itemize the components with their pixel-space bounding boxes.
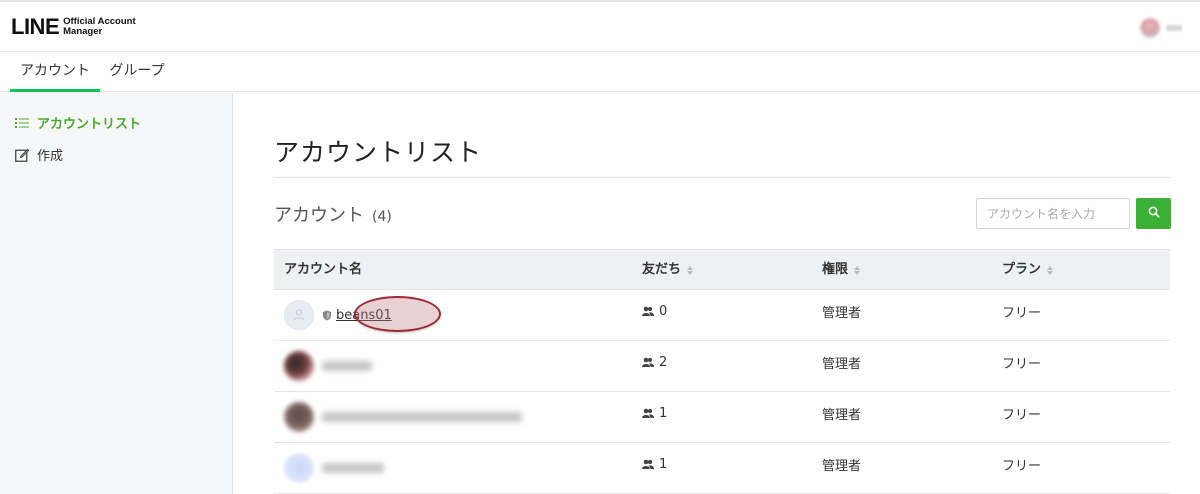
section-title: アカウント [274, 205, 364, 226]
user-menu[interactable] [1140, 18, 1182, 38]
friends-icon [642, 357, 654, 367]
plan-cell: フリー [1002, 305, 1042, 321]
edit-icon [15, 148, 30, 162]
table-row[interactable]: 2 管理者 フリー [274, 341, 1170, 392]
friends-count-cell: 0 [642, 286, 667, 336]
column-label: 権限 [822, 262, 849, 277]
user-avatar[interactable] [1140, 18, 1160, 38]
divider [274, 177, 1170, 178]
friends-count: 0 [659, 303, 668, 319]
friends-icon [642, 306, 654, 316]
friends-count: 1 [659, 456, 668, 472]
sidebar-item-account-list[interactable]: アカウントリスト [15, 113, 141, 132]
search-icon [1148, 206, 1160, 221]
list-icon [15, 116, 29, 130]
sidebar-item-label: アカウントリスト [37, 117, 142, 132]
column-header-friends[interactable]: 友だち [642, 250, 694, 290]
plan-cell: フリー [1002, 356, 1042, 372]
search-button[interactable] [1136, 198, 1171, 229]
plan-cell: フリー [1002, 407, 1042, 423]
column-label: プラン [1002, 262, 1042, 277]
sort-icon[interactable] [854, 265, 861, 275]
role-cell: 管理者 [822, 356, 862, 372]
logo-subtitle-line-2: Manager [63, 26, 103, 37]
column-label: 友だち [642, 262, 682, 277]
account-table: アカウント名 友だち 権限 プラン beans01 0 管理者 フリー 2 管理… [274, 249, 1170, 494]
avatar [284, 300, 314, 330]
top-bar: LINE Official Account Manager [0, 0, 1200, 52]
friends-count-cell: 1 [642, 388, 667, 438]
avatar [284, 351, 314, 381]
account-name-redacted[interactable] [322, 412, 522, 422]
friends-count-cell: 2 [642, 337, 667, 387]
tab-account[interactable]: アカウント [10, 52, 100, 92]
role-cell: 管理者 [822, 407, 862, 423]
friends-icon [642, 459, 654, 469]
logo-text: LINE [11, 14, 60, 39]
account-name-cell: beans01 [284, 290, 392, 340]
avatar [284, 402, 314, 432]
sort-icon[interactable] [687, 265, 694, 275]
main-content: アカウントリスト アカウント (4) アカウント名 友だち 権限 [234, 93, 1200, 494]
plan-cell: フリー [1002, 458, 1042, 474]
account-name-cell [284, 392, 522, 442]
tab-group[interactable]: グループ [100, 52, 174, 92]
account-count: (4) [372, 209, 392, 225]
sort-icon[interactable] [1047, 265, 1054, 275]
table-row[interactable]: 1 管理者 フリー [274, 443, 1170, 494]
column-header-role[interactable]: 権限 [822, 250, 861, 290]
account-name-redacted[interactable] [322, 463, 384, 473]
page-title: アカウントリスト [274, 138, 483, 167]
logo-subtitle: Official Account Manager [63, 17, 136, 37]
account-search-input[interactable] [976, 198, 1130, 229]
user-name-redacted [1166, 25, 1182, 31]
main-tabs: アカウント グループ [0, 52, 1200, 92]
shield-icon [322, 310, 332, 320]
sidebar: アカウントリスト 作成 [0, 93, 233, 494]
table-header: アカウント名 友だち 権限 プラン [274, 249, 1170, 290]
account-name: beans01 [336, 307, 392, 323]
column-label: アカウント名 [284, 262, 363, 277]
role-cell: 管理者 [822, 458, 862, 474]
table-row[interactable]: 1 管理者 フリー [274, 392, 1170, 443]
friends-count: 1 [659, 405, 668, 421]
table-row[interactable]: beans01 0 管理者 フリー [274, 290, 1170, 341]
sidebar-item-create[interactable]: 作成 [15, 145, 63, 164]
default-user-icon [293, 309, 305, 321]
friends-count-cell: 1 [642, 439, 667, 489]
account-link[interactable]: beans01 [322, 308, 392, 323]
avatar [284, 453, 314, 483]
friends-icon [642, 408, 654, 418]
account-name-redacted[interactable] [322, 361, 372, 371]
column-header-plan[interactable]: プラン [1002, 250, 1054, 290]
line-oa-manager-logo[interactable]: LINE Official Account Manager [11, 16, 136, 38]
sidebar-item-label: 作成 [37, 149, 64, 164]
account-name-cell [284, 341, 372, 391]
friends-count: 2 [659, 354, 668, 370]
column-header-account-name: アカウント名 [284, 250, 362, 290]
section-heading: アカウント (4) [274, 201, 392, 227]
account-name-cell [284, 443, 384, 493]
role-cell: 管理者 [822, 305, 862, 321]
